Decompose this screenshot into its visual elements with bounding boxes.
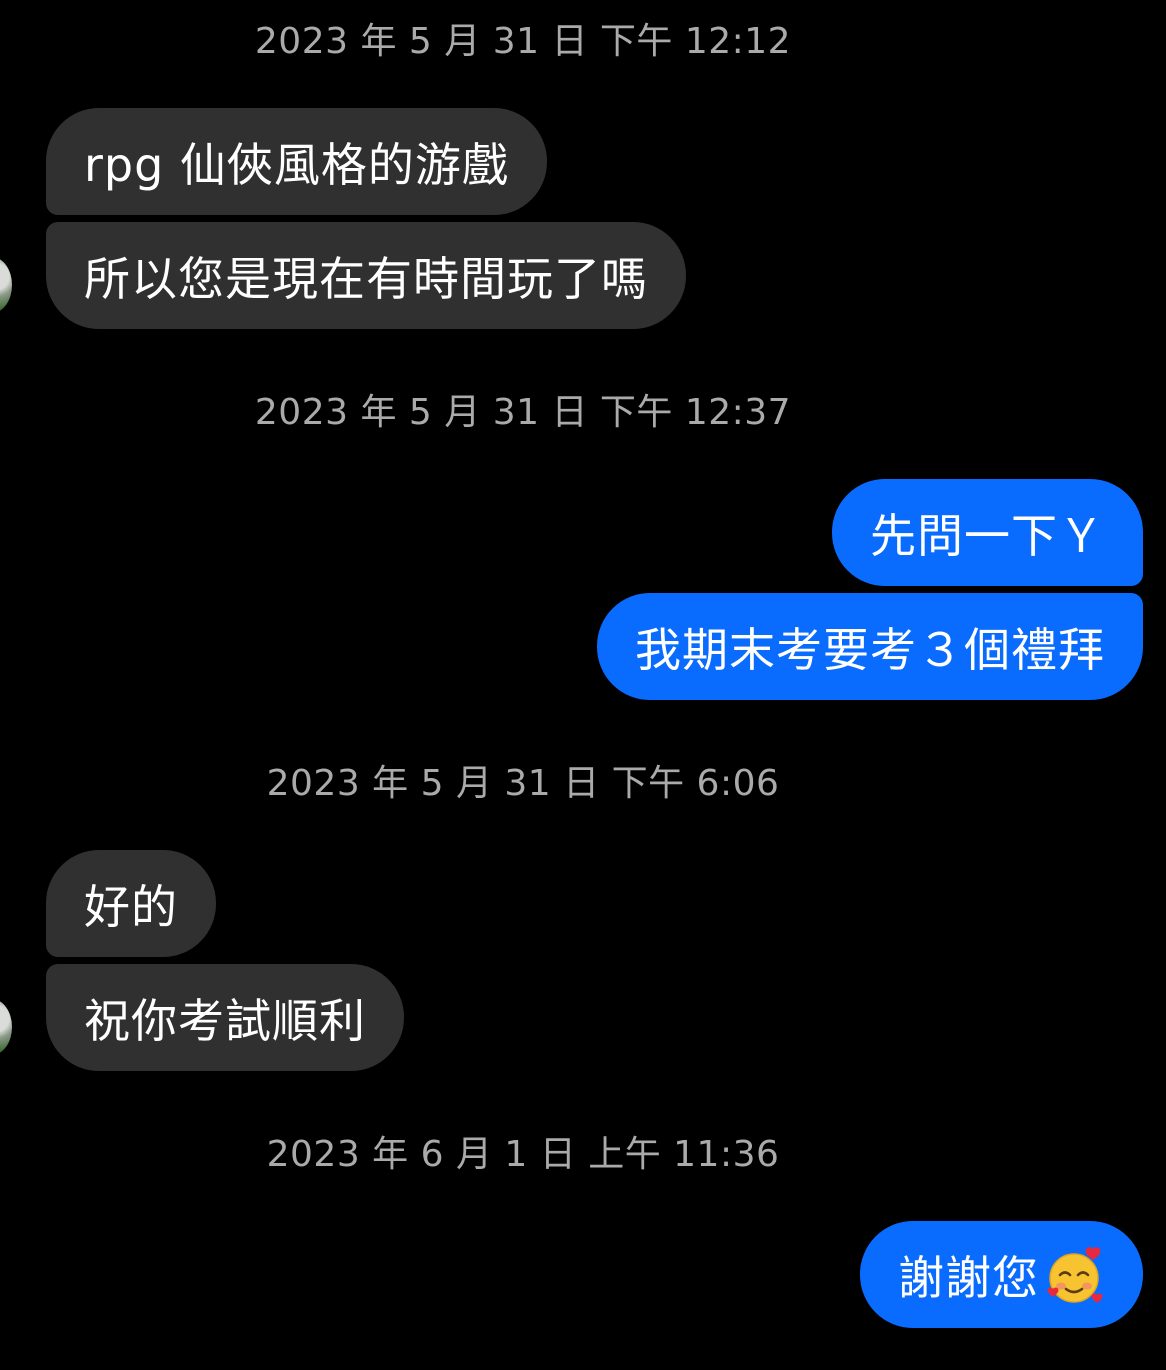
timestamp: 2023 年 5 月 31 日 下午 12:37 [254,392,792,433]
message-text: 我期末考要考３個禮拜 [635,622,1105,677]
outgoing-message[interactable]: 謝謝您 [860,1221,1143,1328]
incoming-message[interactable]: 祝你考試順利 [46,964,404,1071]
message-text: 謝謝您 [898,1250,1039,1305]
message-text: 所以您是現在有時間玩了嗎 [84,251,648,306]
incoming-message[interactable]: 所以您是現在有時間玩了嗎 [46,222,686,329]
timestamp: 2023 年 5 月 31 日 下午 6:06 [266,763,780,804]
smiling-face-with-hearts-icon [1045,1245,1105,1305]
timestamp: 2023 年 6 月 1 日 上午 11:36 [266,1134,780,1175]
message-text: 先問一下Ｙ [870,508,1105,563]
outgoing-message[interactable]: 我期末考要考３個禮拜 [597,593,1143,700]
avatar[interactable] [0,257,12,313]
timestamp: 2023 年 5 月 31 日 下午 12:12 [254,21,792,62]
incoming-message[interactable]: rpg 仙俠風格的游戲 [46,108,547,215]
outgoing-message[interactable]: 先問一下Ｙ [832,479,1143,586]
message-text: 好的 [84,879,178,934]
message-text: 祝你考試順利 [84,993,366,1048]
incoming-message[interactable]: 好的 [46,850,216,957]
avatar[interactable] [0,999,12,1055]
chat-thread[interactable]: 2023 年 5 月 31 日 下午 12:12 rpg 仙俠風格的游戲 所以您… [0,0,1166,1370]
message-text: rpg 仙俠風格的游戲 [84,137,509,192]
